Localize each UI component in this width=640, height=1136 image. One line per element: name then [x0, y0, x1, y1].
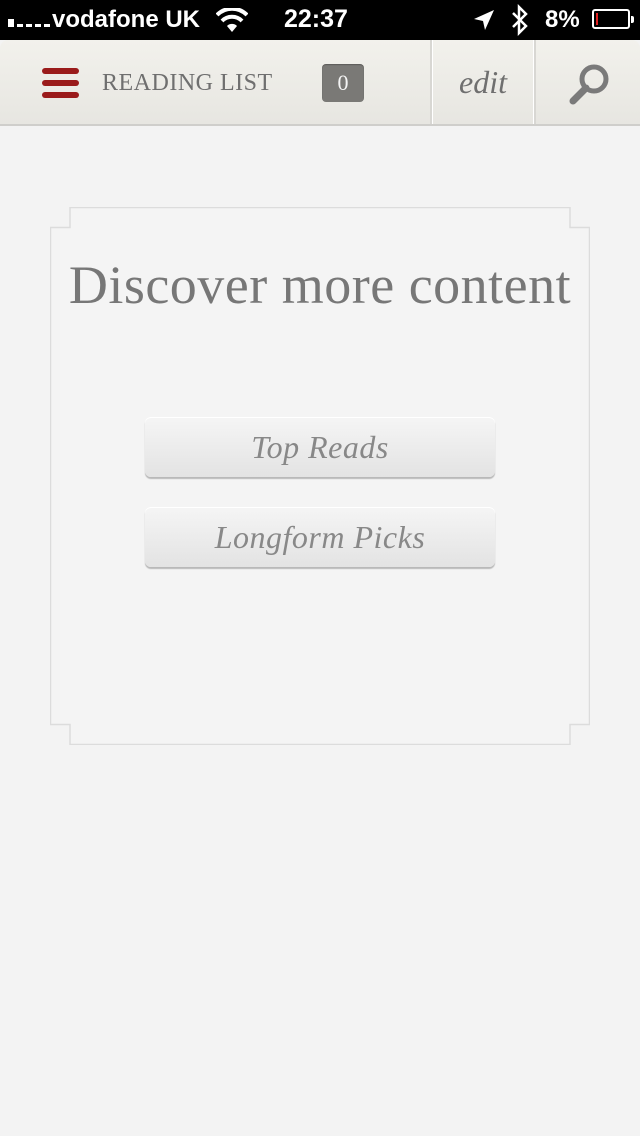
battery-fill: [596, 13, 598, 25]
clock: 22:37: [284, 5, 348, 33]
top-reads-button[interactable]: Top Reads: [145, 417, 495, 477]
page-title: READING LIST: [102, 70, 273, 96]
edit-button[interactable]: edit: [430, 40, 536, 124]
discover-card: Discover more content Top Reads Longform…: [50, 207, 590, 745]
item-count-badge: 0: [322, 64, 364, 102]
battery-icon: [592, 9, 634, 29]
longform-picks-button[interactable]: Longform Picks: [145, 507, 495, 567]
search-icon: [569, 64, 609, 105]
battery-percentage: 8%: [545, 6, 580, 33]
status-bar: vodafone UK 22:37 8%: [0, 0, 640, 40]
bluetooth-icon: [512, 4, 528, 36]
top-nav-bar: READING LIST 0 edit: [0, 40, 640, 126]
discover-title: Discover more content: [68, 255, 572, 315]
location-arrow-icon: [474, 10, 494, 30]
signal-strength-icon: [8, 19, 50, 27]
wifi-icon: [216, 8, 248, 32]
carrier-name: vodafone UK: [52, 6, 201, 33]
search-button[interactable]: [538, 40, 640, 124]
hamburger-menu-icon[interactable]: [40, 66, 80, 100]
